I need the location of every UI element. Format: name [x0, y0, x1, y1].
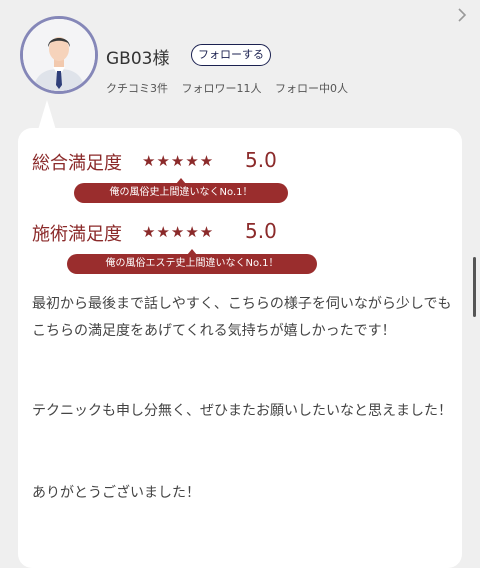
treatment-score: 5.0 — [245, 219, 277, 243]
avatar[interactable] — [20, 16, 98, 94]
overall-rating-label: 総合満足度 — [32, 153, 122, 174]
card-pointer — [38, 100, 56, 130]
scrollbar[interactable] — [473, 257, 476, 317]
treatment-stars-icon: ★★★★★ — [142, 223, 215, 241]
review-paragraph-2: テクニックも申し分無く、ぜひまたお願いしたいなと思えました！ — [32, 403, 452, 419]
follow-button[interactable]: フォローする — [191, 44, 271, 66]
review-paragraph-3: ありがとうございました！ — [32, 485, 200, 501]
overall-score: 5.0 — [245, 148, 277, 172]
review-count: クチコミ3件 — [106, 82, 168, 95]
follower-count: フォロワー11人 — [181, 82, 262, 95]
overall-badge: 俺の風俗史上間違いなくNo.1！ — [74, 178, 288, 203]
review-paragraph-1: 最初から最後まで話しやすく、こちらの様子を伺いながら少しでもこちらの満足度をあげ… — [32, 296, 452, 339]
following-count: フォロー中0人 — [275, 82, 348, 95]
profile-stats: クチコミ3件 フォロワー11人 フォロー中0人 — [106, 80, 358, 96]
username[interactable]: GB03様 — [106, 44, 169, 69]
avatar-icon — [23, 19, 95, 91]
treatment-badge: 俺の風俗エステ史上間違いなくNo.1！ — [67, 249, 317, 274]
chevron-right-icon[interactable] — [455, 8, 469, 22]
overall-stars-icon: ★★★★★ — [142, 152, 215, 170]
treatment-rating-label: 施術満足度 — [32, 224, 122, 245]
